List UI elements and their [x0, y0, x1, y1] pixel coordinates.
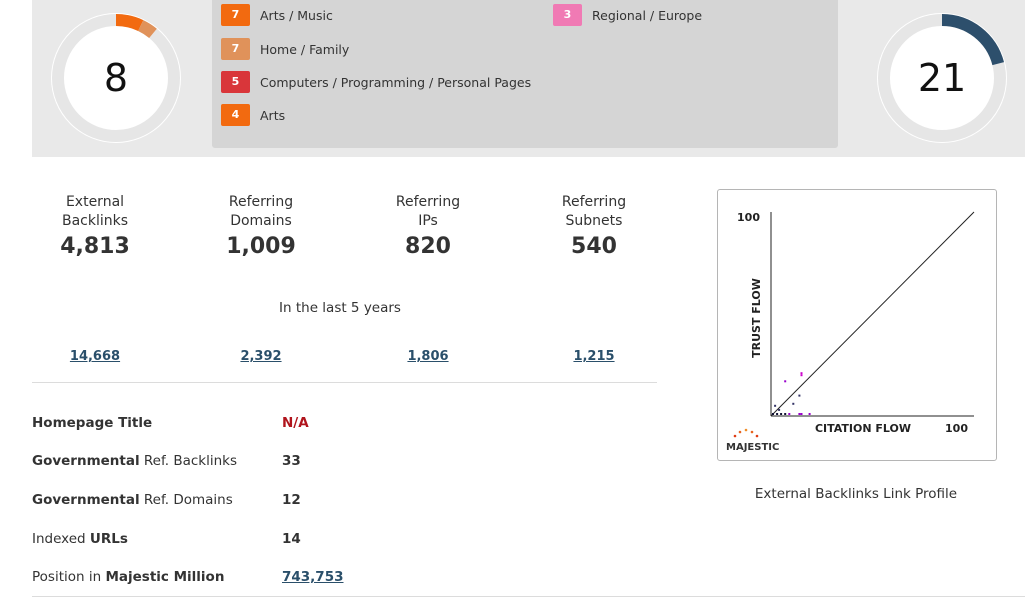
topic-item[interactable]: 3 Regional / Europe: [553, 4, 702, 26]
indexed-urls-value: 14: [282, 531, 301, 547]
x-axis-max-label: 100: [945, 422, 968, 435]
topic-count-badge: 5: [221, 71, 250, 93]
indexed-urls-label: Indexed URLs: [32, 531, 128, 547]
topic-item[interactable]: 4 Arts: [221, 104, 285, 126]
historic-external-backlinks: 14,668: [25, 345, 165, 364]
topic-count-badge: 3: [553, 4, 582, 26]
historic-subnets-link[interactable]: 1,215: [573, 349, 614, 364]
diagonal-reference-line: [770, 211, 975, 417]
data-point: [788, 413, 791, 415]
topic-label: Arts: [260, 107, 286, 123]
stat-label: Referring Domains: [228, 194, 294, 229]
stat-value: 540: [571, 234, 617, 259]
citation-flow-donut: 8: [50, 12, 182, 144]
gov-domains-label: Governmental Ref. Domains: [32, 492, 233, 508]
majestic-million-value: 743,753: [282, 569, 344, 585]
stat-value: 4,813: [60, 234, 130, 259]
topic-label: Computers / Programming / Personal Pages: [260, 74, 532, 90]
history-period-label: In the last 5 years: [279, 300, 401, 316]
data-point: [808, 413, 811, 415]
citation-flow-score: 8: [103, 56, 129, 100]
majestic-logo: MAJESTIC: [726, 428, 779, 453]
flow-metrics-chart[interactable]: 100 100 CITATION FLOW TRUST FLOW MAJESTI…: [717, 189, 997, 461]
historic-backlinks-link[interactable]: 14,668: [70, 349, 120, 364]
majestic-million-label: Position in Majestic Million: [32, 569, 225, 585]
topic-item[interactable]: 7 Arts / Music: [221, 4, 333, 26]
topical-trust-flow-panel: 7 Arts / Music 7 Home / Family 5 Compute…: [212, 0, 838, 148]
y-axis-max-label: 100: [737, 211, 760, 224]
topic-count-badge: 7: [221, 4, 250, 26]
data-point: [800, 413, 803, 415]
data-point: [798, 394, 801, 397]
majestic-million-link[interactable]: 743,753: [282, 569, 344, 585]
topic-count-badge: 4: [221, 104, 250, 126]
data-point: [800, 372, 803, 375]
gov-backlinks-value: 33: [282, 453, 301, 469]
trust-flow-donut: 21: [876, 12, 1008, 144]
flow-scatter-plot: 100 100 CITATION FLOW TRUST FLOW MAJESTI…: [726, 211, 975, 453]
data-point: [774, 404, 777, 407]
homepage-title-value: N/A: [282, 415, 309, 431]
historic-referring-domains: 2,392: [191, 345, 331, 364]
data-point: [772, 413, 774, 415]
topic-count-badge: 7: [221, 38, 250, 60]
topic-label: Home / Family: [260, 41, 350, 57]
data-point: [784, 413, 787, 415]
stat-referring-domains: Referring Domains 1,009: [191, 193, 331, 259]
historic-referring-subnets: 1,215: [524, 345, 664, 364]
stat-value: 1,009: [226, 234, 296, 259]
data-point: [800, 374, 803, 377]
flow-chart-caption: External Backlinks Link Profile: [754, 486, 958, 502]
section-divider: [32, 382, 657, 383]
topic-item[interactable]: 7 Home / Family: [221, 38, 349, 60]
historic-ips-link[interactable]: 1,806: [407, 349, 448, 364]
majestic-logo-text: MAJESTIC: [726, 442, 779, 453]
stat-label: Referring Subnets: [561, 194, 627, 229]
data-point: [776, 413, 779, 415]
data-point: [798, 413, 801, 415]
topic-label: Arts / Music: [260, 7, 333, 23]
stat-referring-ips: Referring IPs 820: [358, 193, 498, 259]
gov-backlinks-label: Governmental Ref. Backlinks: [32, 453, 238, 469]
stat-value: 820: [405, 234, 451, 259]
data-point: [778, 408, 781, 411]
trust-flow-score: 21: [917, 56, 967, 100]
historic-referring-ips: 1,806: [358, 345, 498, 364]
stat-label: External Backlinks: [61, 194, 129, 229]
y-axis-title: TRUST FLOW: [750, 278, 763, 358]
data-point: [780, 413, 783, 415]
stat-external-backlinks: External Backlinks 4,813: [25, 193, 165, 259]
stat-referring-subnets: Referring Subnets 540: [524, 193, 664, 259]
gov-domains-value: 12: [282, 492, 301, 508]
topic-label: Regional / Europe: [592, 7, 703, 23]
data-point: [792, 402, 795, 405]
homepage-title-label: Homepage Title: [32, 415, 153, 431]
historic-domains-link[interactable]: 2,392: [240, 349, 281, 364]
stat-label: Referring IPs: [395, 194, 461, 229]
x-axis-title: CITATION FLOW: [815, 422, 911, 435]
topic-item[interactable]: 5 Computers / Programming / Personal Pag…: [221, 71, 531, 93]
bottom-divider: [32, 596, 1025, 597]
data-point: [784, 380, 787, 383]
